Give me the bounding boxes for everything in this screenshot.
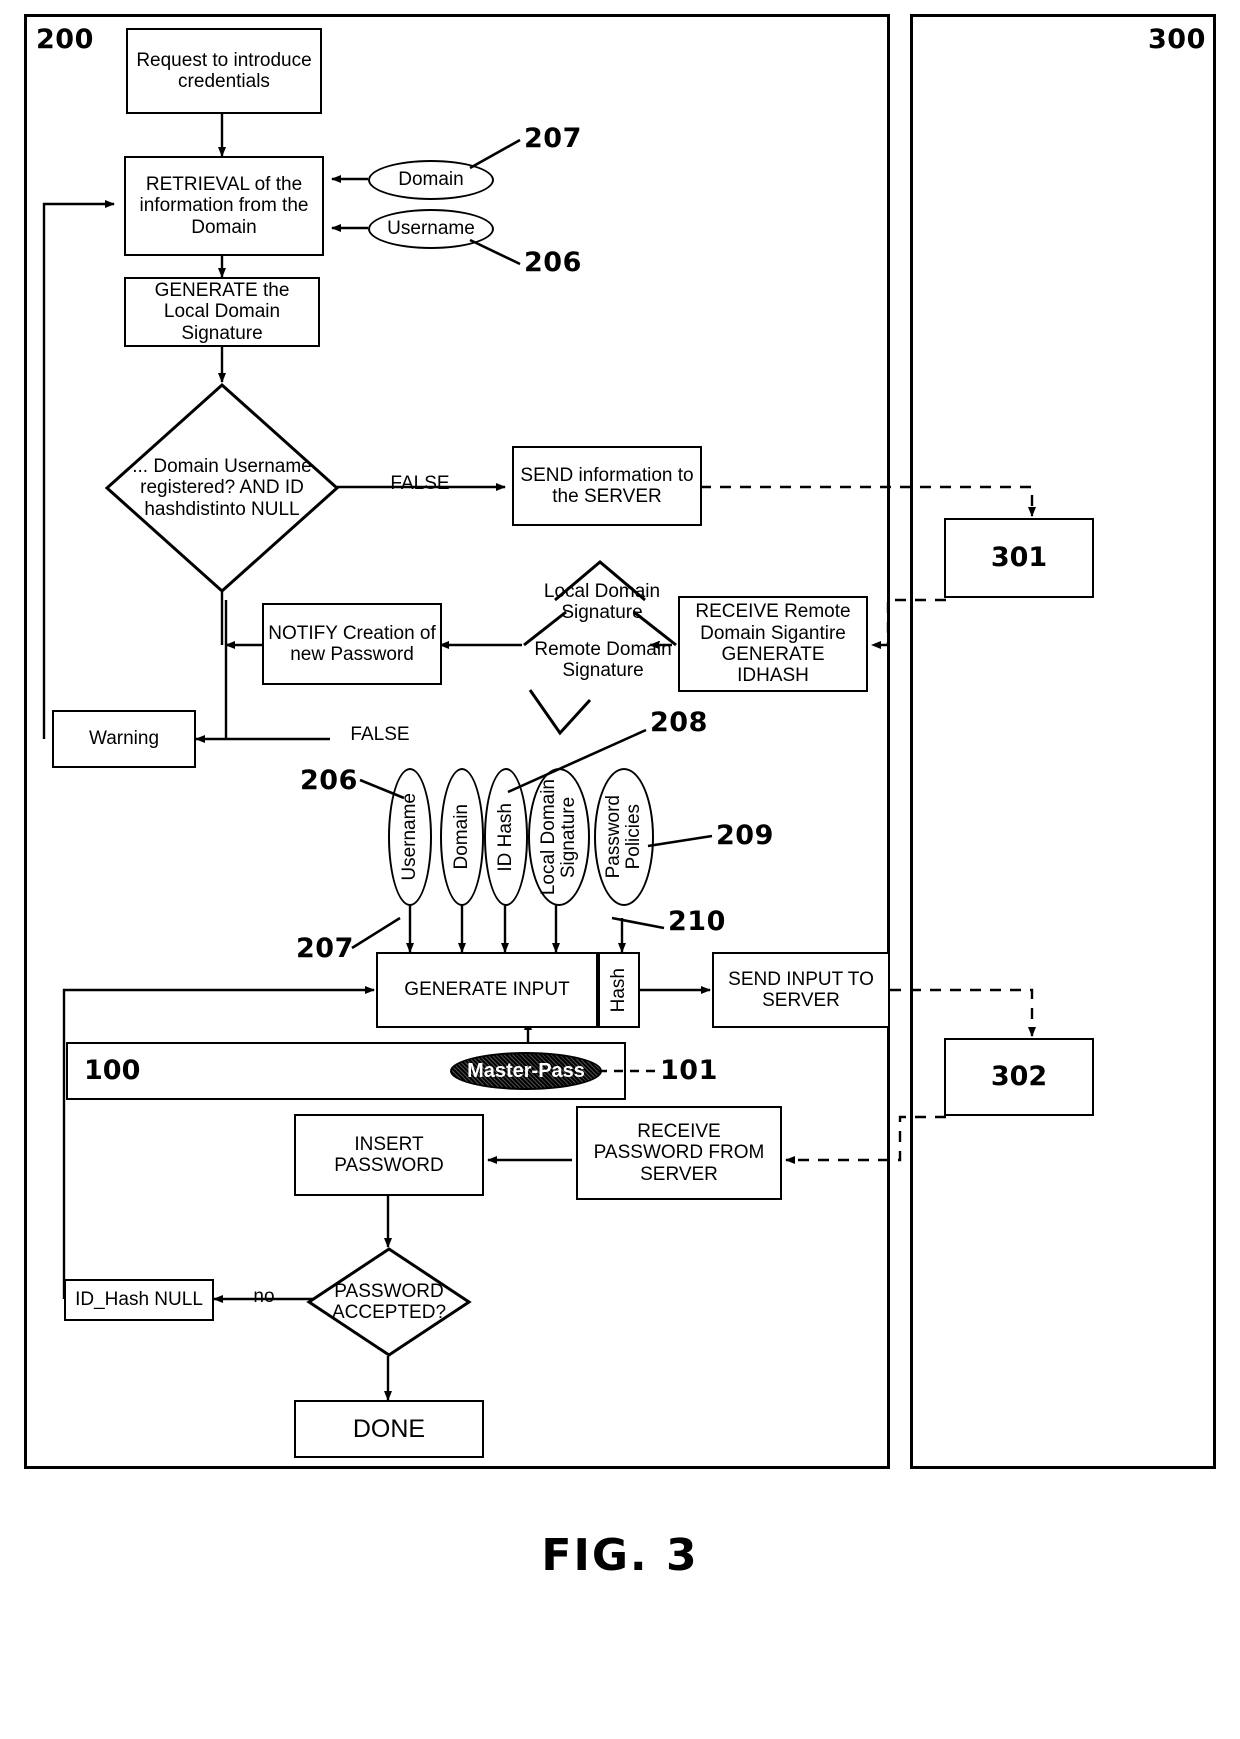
oval-stack-id-hash-label: ID Hash	[495, 802, 517, 872]
node-generate-input[interactable]: GENERATE INPUT	[376, 952, 598, 1028]
ref-207-top: 207	[524, 123, 582, 154]
hash-label: Hash	[608, 967, 629, 1013]
ref-207-stack: 207	[296, 933, 354, 964]
oval-master-pass[interactable]: Master-Pass	[450, 1052, 602, 1090]
node-id-hash-null[interactable]: ID_Hash NULL	[64, 1279, 214, 1321]
ref-206-top: 206	[524, 247, 582, 278]
figure-caption: FIG. 3	[541, 1530, 699, 1581]
node-notify-creation-password[interactable]: NOTIFY Creation of new Password	[262, 603, 442, 685]
edge-label-remote-domain-signature: Remote Domain Signature	[534, 639, 672, 682]
ref-210: 210	[668, 906, 726, 937]
panel-label-300: 300	[1148, 24, 1206, 55]
node-generate-local-domain-signature[interactable]: GENERATE the Local Domain Signature	[124, 277, 320, 347]
node-hash-cell[interactable]: Hash	[598, 952, 640, 1028]
oval-stack-domain-label: Domain	[451, 804, 473, 870]
oval-stack-local-domain-signature-label: Local Domain Signature	[538, 778, 579, 896]
oval-username-label: Username	[387, 217, 475, 239]
edge-label-false-1: FALSE	[390, 473, 450, 494]
oval-domain-top[interactable]: Domain	[368, 160, 494, 200]
node-insert-password[interactable]: INSERT PASSWORD	[294, 1114, 484, 1196]
ref-101: 101	[660, 1055, 718, 1086]
ref-209: 209	[716, 820, 774, 851]
node-decision-password-accepted[interactable]: PASSWORD ACCEPTED?	[306, 1246, 472, 1358]
oval-username-top[interactable]: Username	[368, 209, 494, 249]
edge-label-local-domain-signature: Local Domain Signature	[543, 581, 661, 624]
oval-stack-username[interactable]: Username	[388, 768, 432, 906]
ref-206-stack: 206	[300, 765, 358, 796]
node-receive-remote-domain-signature[interactable]: RECEIVE Remote Domain Sigantire GENERATE…	[678, 596, 868, 692]
oval-stack-domain[interactable]: Domain	[440, 768, 484, 906]
edge-label-no: no	[253, 1286, 275, 1307]
oval-stack-password-policies-label: Password Policies	[603, 795, 644, 879]
node-warning[interactable]: Warning	[52, 710, 196, 768]
oval-domain-label: Domain	[398, 168, 464, 190]
node-request-credentials[interactable]: Request to introduce credentials	[126, 28, 322, 114]
figure-canvas: 200 300 Request to introduce credentials…	[0, 0, 1240, 1739]
oval-stack-local-domain-signature[interactable]: Local Domain Signature	[528, 768, 590, 906]
oval-stack-password-policies[interactable]: Password Policies	[594, 768, 654, 906]
panel-server-300	[910, 14, 1216, 1469]
node-decision-domain-registered[interactable]: ... Domain Username registered? AND ID h…	[104, 382, 340, 594]
node-send-information-server[interactable]: SEND information to the SERVER	[512, 446, 702, 526]
node-server-301[interactable]: 301	[944, 518, 1094, 598]
node-retrieval-information[interactable]: RETRIEVAL of the information from the Do…	[124, 156, 324, 256]
node-send-input-to-server[interactable]: SEND INPUT TO SERVER	[712, 952, 890, 1028]
edge-label-false-2: FALSE	[350, 724, 410, 745]
ref-208: 208	[650, 707, 708, 738]
node-receive-password-from-server[interactable]: RECEIVE PASSWORD FROM SERVER	[576, 1106, 782, 1200]
panel-label-200: 200	[36, 24, 94, 55]
device-100-label: 100	[84, 1054, 141, 1086]
oval-stack-id-hash[interactable]: ID Hash	[484, 768, 528, 906]
node-done[interactable]: DONE	[294, 1400, 484, 1458]
master-pass-label: Master-Pass	[467, 1060, 585, 1082]
node-server-302[interactable]: 302	[944, 1038, 1094, 1116]
oval-stack-username-label: Username	[399, 793, 421, 881]
